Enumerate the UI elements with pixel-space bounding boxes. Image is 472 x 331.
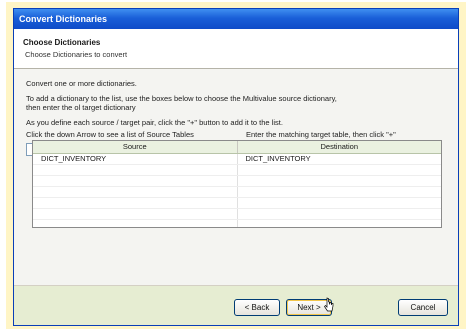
table-row-empty <box>33 176 441 187</box>
instruction-text-3: As you define each source / target pair,… <box>26 118 283 127</box>
table-row-empty <box>33 165 441 176</box>
window-title: Convert Dictionaries <box>14 9 458 29</box>
table-row-empty <box>33 220 441 227</box>
table-row-empty <box>33 198 441 209</box>
table-row-empty <box>33 209 441 220</box>
column-header-destination[interactable]: Destination <box>238 141 442 153</box>
page-title: Choose Dictionaries <box>23 38 101 47</box>
convert-dictionaries-dialog: Convert Dictionaries Choose Dictionaries… <box>13 8 459 326</box>
page-subtitle: Choose Dictionaries to convert <box>25 50 128 59</box>
mouse-pointer-icon <box>324 297 334 312</box>
target-label: Enter the matching target table, then cl… <box>246 130 396 139</box>
column-header-source[interactable]: Source <box>33 141 238 153</box>
instruction-text-1: To add a dictionary to the list, use the… <box>26 94 337 103</box>
instruction-text-2: then enter the ol target dictionary <box>26 103 136 112</box>
dictionary-pairs-grid[interactable]: Source Destination DICT_INVENTORY DICT_I… <box>32 140 442 228</box>
back-button[interactable]: < Back <box>234 299 280 316</box>
cancel-button[interactable]: Cancel <box>398 299 448 316</box>
cell-destination: DICT_INVENTORY <box>245 154 311 163</box>
intro-text: Convert one or more dictionaries. <box>26 79 137 88</box>
wizard-header: Choose Dictionaries Choose Dictionaries … <box>14 29 458 69</box>
table-row-empty <box>33 187 441 198</box>
cell-source: DICT_INVENTORY <box>33 154 238 164</box>
grid-header: Source Destination <box>33 141 441 154</box>
source-label: Click the down Arrow to see a list of So… <box>26 130 194 139</box>
table-row[interactable]: DICT_INVENTORY DICT_INVENTORY <box>33 154 441 165</box>
wizard-footer: < Back Next > Cancel <box>14 286 458 325</box>
